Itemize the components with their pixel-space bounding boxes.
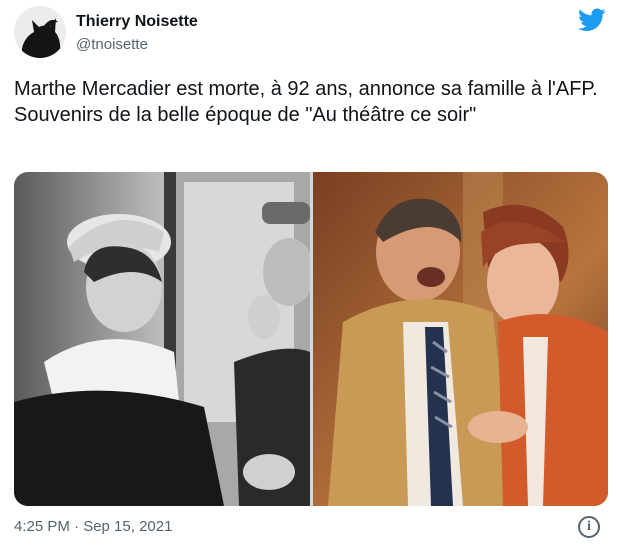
- info-glyph: i: [587, 519, 591, 534]
- author-avatar[interactable]: [14, 6, 66, 58]
- info-icon[interactable]: i: [578, 516, 600, 538]
- tweet-footer: 4:25 PM · Sep 15, 2021 i: [14, 516, 606, 540]
- media-photo-color[interactable]: [313, 172, 608, 506]
- twitter-bird-icon[interactable]: [578, 8, 606, 32]
- tweet-card: Thierry Noisette @tnoisette Marthe Merca…: [0, 0, 620, 556]
- tweet-media: [14, 172, 608, 506]
- tweet-timestamp[interactable]: 4:25 PM · Sep 15, 2021: [14, 518, 172, 535]
- tweet-text: Marthe Mercadier est morte, à 92 ans, an…: [14, 78, 598, 126]
- cat-silhouette-icon: [14, 6, 66, 58]
- media-photo-black-and-white[interactable]: [14, 172, 310, 506]
- tweet-header: Thierry Noisette @tnoisette: [14, 6, 606, 66]
- author-handle[interactable]: @tnoisette: [76, 36, 148, 53]
- author-display-name[interactable]: Thierry Noisette: [76, 13, 198, 31]
